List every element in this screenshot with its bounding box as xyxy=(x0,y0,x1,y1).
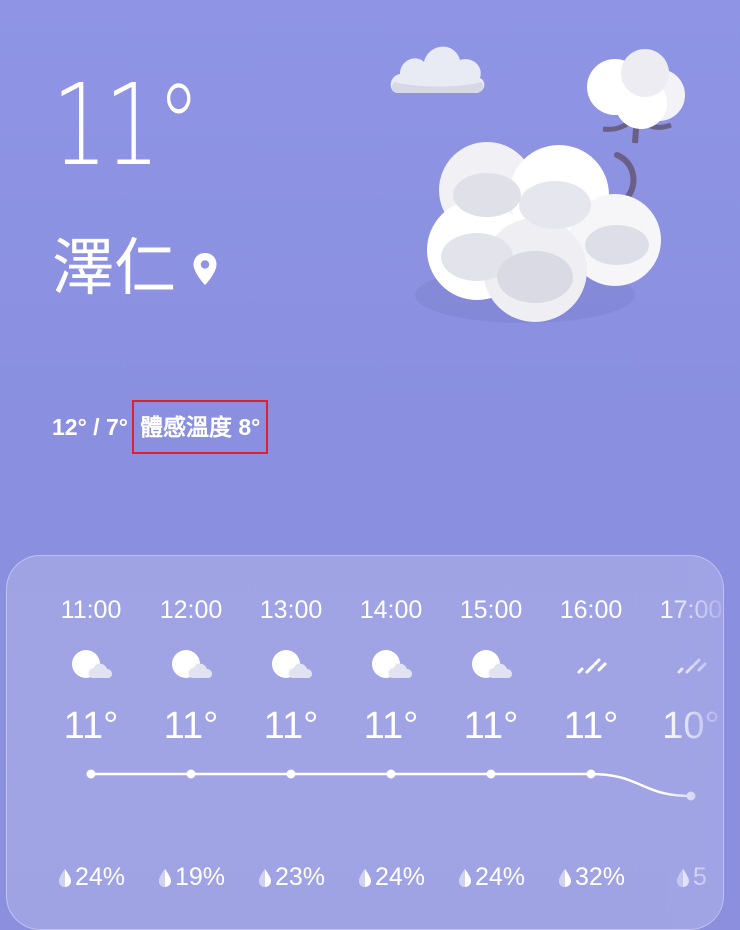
drizzle-icon xyxy=(567,626,615,685)
hourly-item: 14:00 11° xyxy=(341,556,441,749)
hour-time: 13:00 xyxy=(259,596,323,624)
hourly-item: 13:00 11° xyxy=(241,556,341,749)
location-row[interactable]: 澤仁 xyxy=(52,238,218,300)
hourly-forecast-card[interactable]: 11:00 11° 24% 12:00 11° 19% 13:00 11° 23% 14:00 11… xyxy=(6,555,724,930)
hour-temperature: 11° xyxy=(363,705,419,747)
temperature-point xyxy=(286,769,296,779)
raindrop-icon xyxy=(358,868,371,887)
precipitation-value: 32% xyxy=(574,863,626,891)
hour-time: 17:00 xyxy=(659,596,723,624)
raindrop-icon xyxy=(558,868,571,887)
hour-temperature: 11° xyxy=(163,705,219,747)
temperature-range-row: 12° / 7° 體感溫度 8° xyxy=(52,400,269,454)
precipitation-chance: 19% xyxy=(141,863,241,892)
hour-temperature: 11° xyxy=(263,705,319,747)
raindrop-icon xyxy=(58,868,71,887)
precipitation-chance: 24% xyxy=(41,863,141,892)
current-temperature: 11° xyxy=(52,61,201,191)
raindrop-icon xyxy=(677,868,690,887)
precipitation-value: 19% xyxy=(174,863,226,891)
partly-cloudy-icon xyxy=(267,626,315,685)
precipitation-chance: 23% xyxy=(241,863,341,892)
hour-temperature: 11° xyxy=(563,705,619,747)
partly-cloudy-icon xyxy=(167,626,215,685)
hourly-item: 12:00 11° xyxy=(141,556,241,749)
partly-cloudy-icon xyxy=(67,626,115,685)
hour-temperature: 11° xyxy=(63,705,119,747)
raindrop-icon xyxy=(458,868,471,887)
hourly-item: 17:00 10° xyxy=(641,556,723,749)
temperature-point xyxy=(586,769,596,779)
hour-time: 11:00 xyxy=(60,596,122,624)
raindrop-icon xyxy=(258,868,271,887)
feels-like-temperature: 體感溫度 8° xyxy=(131,400,269,454)
partly-cloudy-icon xyxy=(467,626,515,685)
hour-time: 14:00 xyxy=(359,596,423,624)
temperature-point xyxy=(86,769,96,779)
precipitation-value: 24% xyxy=(374,863,426,891)
precipitation-chance: 24% xyxy=(341,863,441,892)
precipitation-chance: 5 xyxy=(641,863,723,892)
temperature-point xyxy=(386,769,396,779)
temperature-point xyxy=(686,791,696,801)
precipitation-value: 5 xyxy=(693,863,707,891)
cotton-cloud-illustration xyxy=(415,49,685,323)
precipitation-value: 24% xyxy=(474,863,526,891)
raindrop-icon xyxy=(158,868,171,887)
hour-time: 15:00 xyxy=(459,596,523,624)
drizzle-icon xyxy=(667,626,715,685)
hourly-item: 15:00 11° xyxy=(441,556,541,749)
hour-temperature: 11° xyxy=(463,705,519,747)
precipitation-value: 23% xyxy=(274,863,326,891)
location-pin-icon[interactable] xyxy=(192,252,218,286)
high-low-temperature: 12° / 7° xyxy=(52,413,128,440)
hour-time: 12:00 xyxy=(159,596,223,624)
hourly-item: 16:00 11° xyxy=(541,556,641,749)
hour-time: 16:00 xyxy=(559,596,623,624)
city-name[interactable]: 澤仁 xyxy=(52,238,176,300)
precipitation-chance: 32% xyxy=(541,863,641,892)
hour-temperature: 10° xyxy=(662,705,720,747)
precipitation-value: 24% xyxy=(74,863,126,891)
hourly-item: 11:00 11° xyxy=(41,556,141,749)
partly-cloudy-icon xyxy=(367,626,415,685)
temperature-point xyxy=(186,769,196,779)
precipitation-chance: 24% xyxy=(441,863,541,892)
temperature-point xyxy=(486,769,496,779)
